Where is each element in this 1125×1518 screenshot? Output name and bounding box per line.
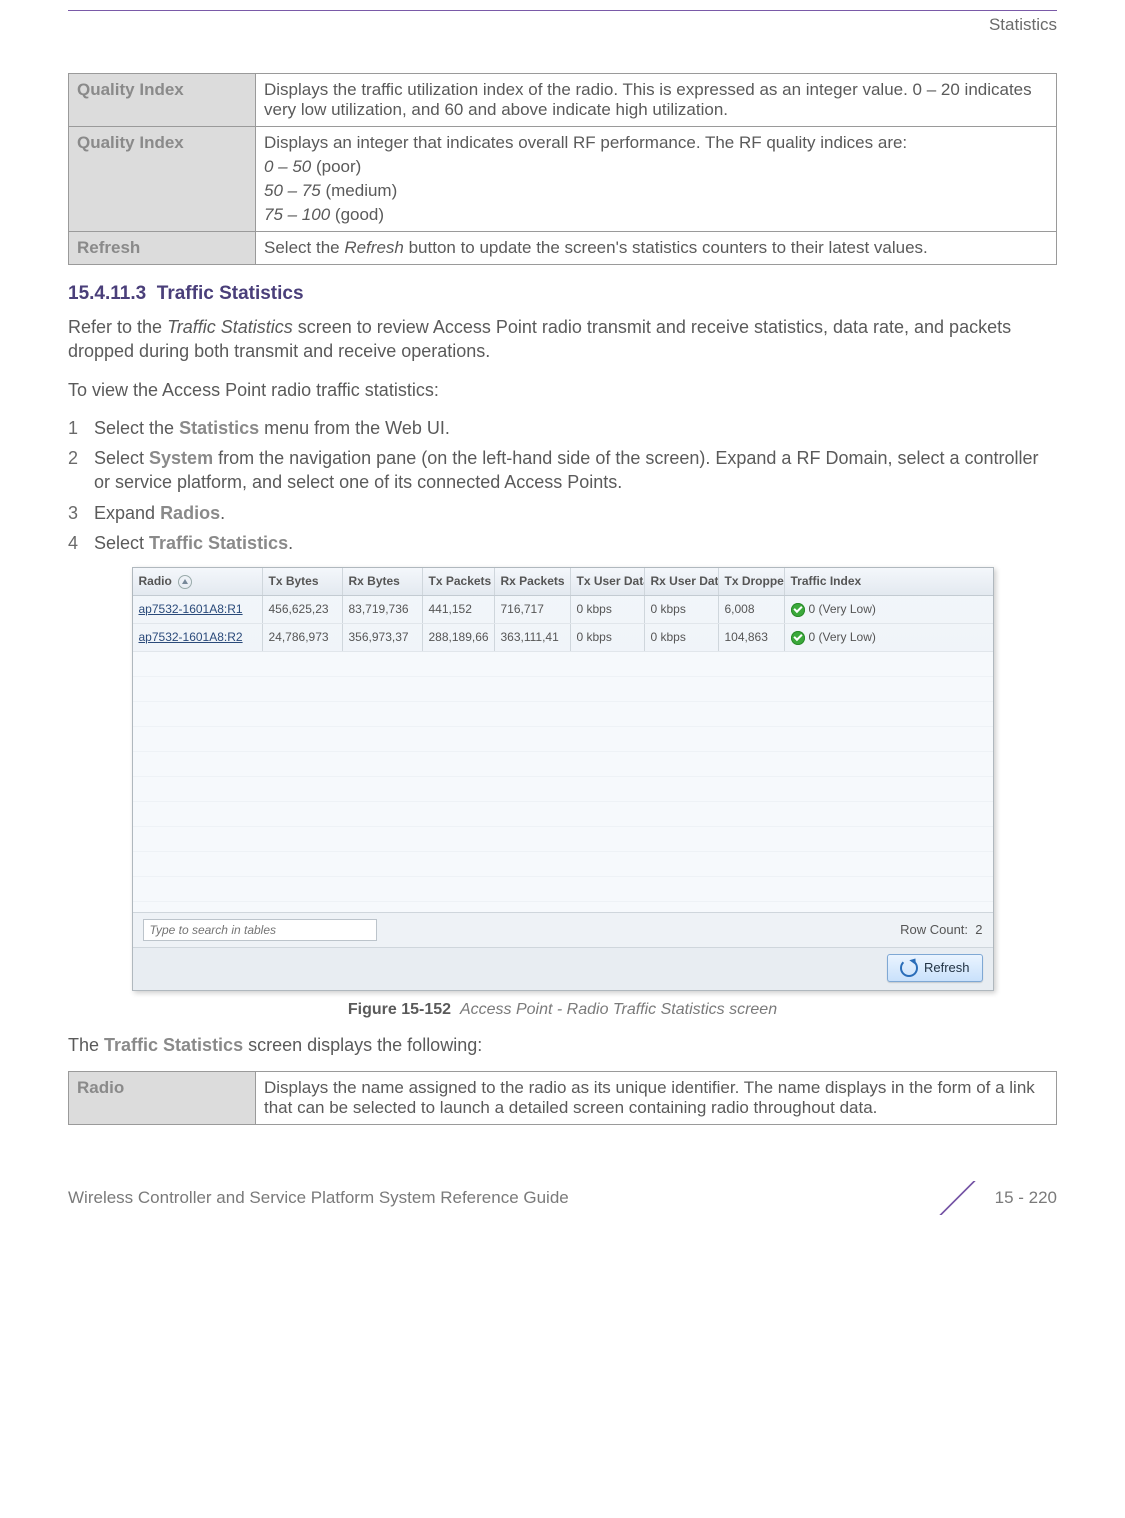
- t: Select the: [264, 238, 344, 257]
- row-desc: Displays the traffic utilization index o…: [256, 74, 1057, 127]
- intro-paragraph: Refer to the Traffic Statistics screen t…: [68, 315, 1057, 364]
- t: from the navigation pane (on the left-ha…: [94, 448, 1039, 492]
- t: Radios: [160, 503, 220, 523]
- step-number: 1: [68, 416, 94, 440]
- col-tx-bytes[interactable]: Tx Bytes: [263, 568, 343, 595]
- row-count: Row Count: 2: [900, 922, 982, 937]
- table-search-input[interactable]: [143, 919, 377, 941]
- cell: 24,786,973: [263, 624, 343, 651]
- scale-label: (poor): [311, 157, 361, 176]
- section-title: Traffic Statistics: [157, 283, 304, 304]
- section-number: 15.4.11.3: [68, 283, 146, 304]
- t: Traffic Statistics: [104, 1035, 243, 1055]
- cell: 0 kbps: [645, 624, 719, 651]
- t: Expand: [94, 503, 160, 523]
- scale-range: 50 – 75: [264, 181, 321, 200]
- row-label: Quality Index: [69, 74, 256, 127]
- table-row[interactable]: ap7532-1601A8:R1 456,625,23 83,719,736 4…: [133, 596, 993, 624]
- page-footer: Wireless Controller and Service Platform…: [68, 1181, 1057, 1215]
- row-desc: Select the Refresh button to update the …: [256, 232, 1057, 265]
- refresh-button[interactable]: Refresh: [887, 954, 983, 982]
- table-row[interactable]: ap7532-1601A8:R2 24,786,973 356,973,37 2…: [133, 624, 993, 652]
- col-rx-user-rate[interactable]: Rx User Data Rate: [645, 568, 719, 595]
- cell: 6,008: [719, 596, 785, 623]
- row-label: Radio: [69, 1072, 256, 1125]
- col-rx-bytes[interactable]: Rx Bytes: [343, 568, 423, 595]
- cell: 0 kbps: [571, 624, 645, 651]
- col-tx-user-rate[interactable]: Tx User Data Rate: [571, 568, 645, 595]
- grid-header: Radio Tx Bytes Rx Bytes Tx Packets Rx Pa…: [133, 568, 993, 596]
- cell: 716,717: [495, 596, 571, 623]
- step-number: 3: [68, 501, 94, 525]
- page-header: Statistics: [68, 15, 1057, 35]
- scale-label: (medium): [321, 181, 398, 200]
- t: Select: [94, 448, 149, 468]
- figure-caption: Figure 15-152 Access Point - Radio Traff…: [68, 1001, 1057, 1019]
- cell: 288,189,66: [423, 624, 495, 651]
- col-tx-dropped[interactable]: Tx Dropped: [719, 568, 785, 595]
- definition-table-bottom: Radio Displays the name assigned to the …: [68, 1071, 1057, 1125]
- cell: 83,719,736: [343, 596, 423, 623]
- row-desc: Displays the name assigned to the radio …: [256, 1072, 1057, 1125]
- t: Traffic Statistics: [167, 317, 293, 337]
- desc-intro: Displays an integer that indicates overa…: [264, 133, 1048, 153]
- refresh-icon: [900, 959, 918, 977]
- cell: 456,625,23: [263, 596, 343, 623]
- step-number: 2: [68, 446, 94, 495]
- cell: 356,973,37: [343, 624, 423, 651]
- t: button to update the screen's statistics…: [404, 238, 928, 257]
- after-shot-text: The Traffic Statistics screen displays t…: [68, 1033, 1057, 1057]
- step-list: 1Select the Statistics menu from the Web…: [68, 416, 1057, 555]
- scale-range: 75 – 100: [264, 205, 330, 224]
- cell: 0 (Very Low): [785, 624, 985, 651]
- t: screen displays the following:: [243, 1035, 482, 1055]
- t: System: [149, 448, 213, 468]
- t: Refresh: [344, 238, 404, 257]
- footer-title: Wireless Controller and Service Platform…: [68, 1188, 569, 1208]
- t: Statistics: [179, 418, 259, 438]
- sort-indicator-icon[interactable]: [178, 575, 192, 589]
- cell: 0 kbps: [571, 596, 645, 623]
- cell: 104,863: [719, 624, 785, 651]
- status-ok-icon: [791, 631, 805, 645]
- lead-sentence: To view the Access Point radio traffic s…: [68, 378, 1057, 402]
- radio-link[interactable]: ap7532-1601A8:R1: [139, 602, 243, 616]
- t: Select the: [94, 418, 179, 438]
- figure-number: Figure 15-152: [348, 1001, 451, 1018]
- footer-slash-icon: [933, 1181, 985, 1215]
- step-number: 4: [68, 531, 94, 555]
- row-label: Quality Index: [69, 127, 256, 232]
- page-number: 15 - 220: [995, 1188, 1057, 1208]
- col-tx-packets[interactable]: Tx Packets: [423, 568, 495, 595]
- t: Select: [94, 533, 149, 553]
- scale-range: 0 – 50: [264, 157, 311, 176]
- t: Traffic Statistics: [149, 533, 288, 553]
- empty-rows: [133, 652, 993, 912]
- status-ok-icon: [791, 603, 805, 617]
- col-rx-packets[interactable]: Rx Packets: [495, 568, 571, 595]
- definition-table-top: Quality Index Displays the traffic utili…: [68, 73, 1057, 265]
- t: menu from the Web UI.: [259, 418, 450, 438]
- cell: 441,152: [423, 596, 495, 623]
- section-heading: 15.4.11.3 Traffic Statistics: [68, 283, 1057, 305]
- col-traffic-index[interactable]: Traffic Index: [785, 568, 985, 595]
- scale-label: (good): [330, 205, 384, 224]
- cell: 0 kbps: [645, 596, 719, 623]
- col-radio[interactable]: Radio: [133, 568, 263, 595]
- radio-link[interactable]: ap7532-1601A8:R2: [139, 630, 243, 644]
- row-label: Refresh: [69, 232, 256, 265]
- figure-text: Access Point - Radio Traffic Statistics …: [460, 1001, 777, 1018]
- t: .: [220, 503, 225, 523]
- refresh-label: Refresh: [924, 960, 970, 975]
- t: .: [288, 533, 293, 553]
- t: Refer to the: [68, 317, 167, 337]
- t: The: [68, 1035, 104, 1055]
- cell: 0 (Very Low): [785, 596, 985, 623]
- cell: 363,111,41: [495, 624, 571, 651]
- row-desc: Displays an integer that indicates overa…: [256, 127, 1057, 232]
- screenshot-panel: Radio Tx Bytes Rx Bytes Tx Packets Rx Pa…: [132, 567, 994, 990]
